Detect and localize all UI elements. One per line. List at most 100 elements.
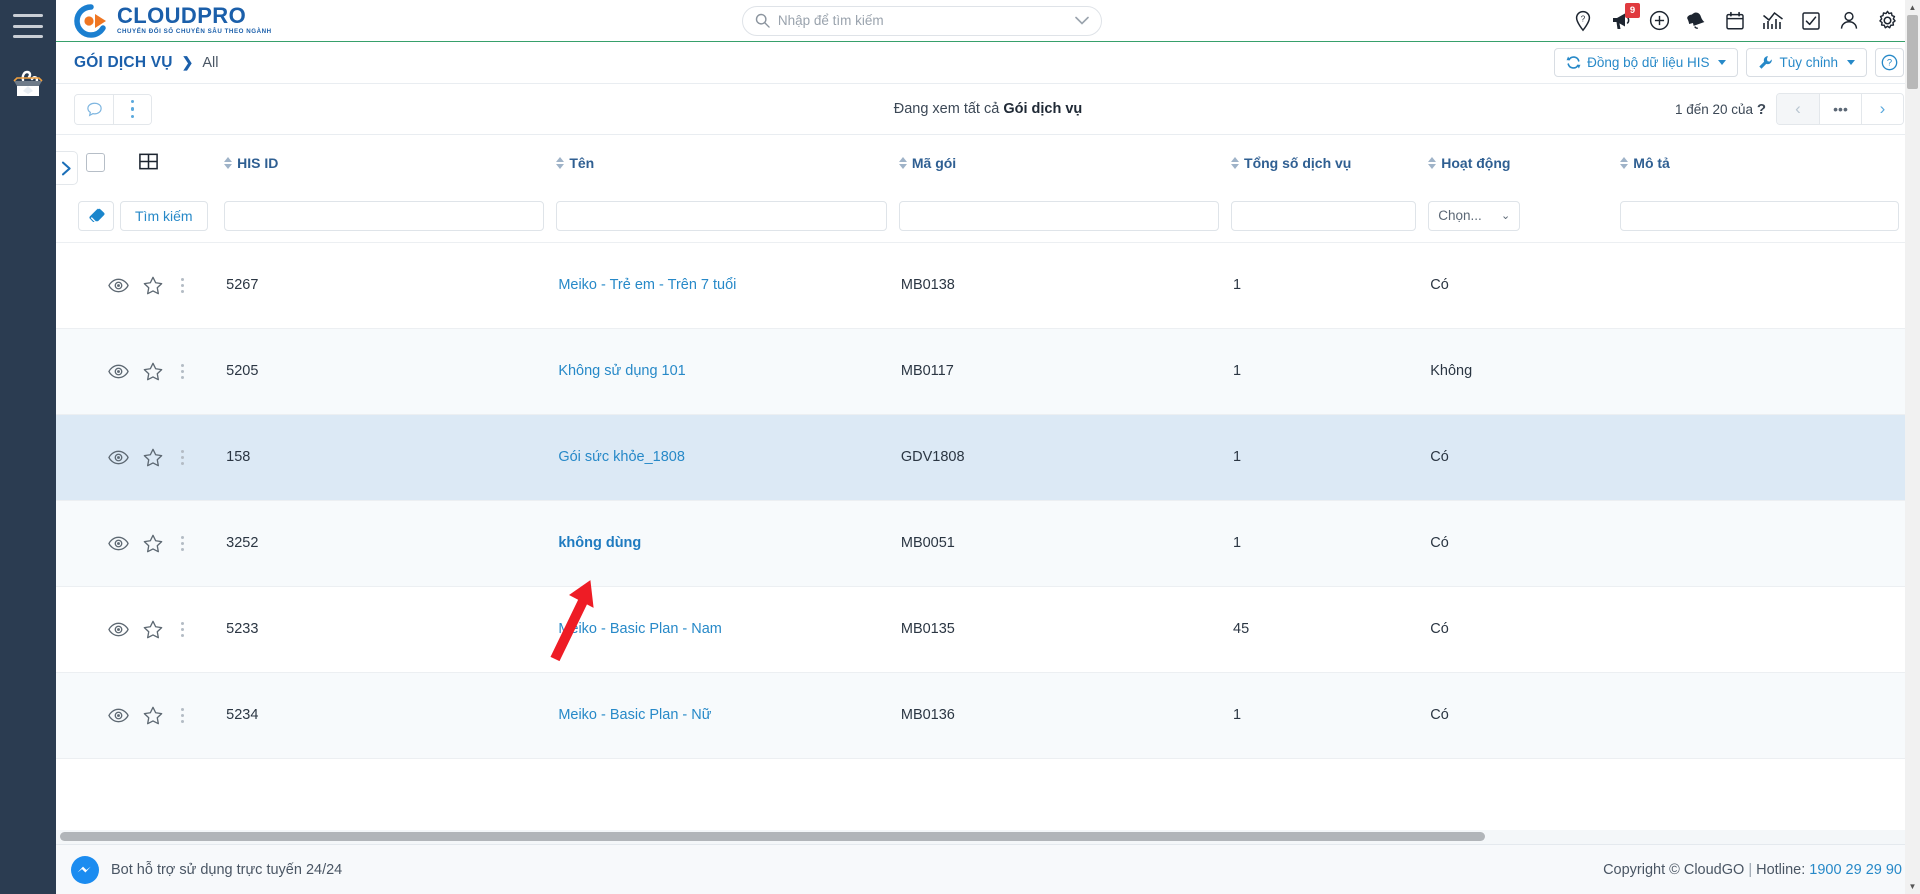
sort-icon[interactable] xyxy=(898,156,907,169)
star-icon[interactable] xyxy=(143,620,163,639)
help-location-icon[interactable]: ? xyxy=(1572,10,1594,32)
viewing-status: Đang xem tất cả Gói dịch vụ xyxy=(56,101,1920,117)
star-icon[interactable] xyxy=(143,276,163,295)
filter-cell-mo-ta xyxy=(1620,190,1911,243)
table-row[interactable]: 158 Gói sức khỏe_1808 GDV1808 1 Có xyxy=(56,414,1911,501)
search-filter-button[interactable]: Tìm kiếm xyxy=(120,200,208,231)
footer-bot-link[interactable]: Bot hỗ trợ sử dụng trực tuyến 24/24 xyxy=(70,855,342,885)
pagination-more-button[interactable]: ••• xyxy=(1819,94,1861,124)
sort-icon[interactable] xyxy=(1428,156,1437,169)
eye-icon[interactable] xyxy=(108,278,129,293)
row-name-link[interactable]: Meiko - Basic Plan - Nữ xyxy=(558,707,711,723)
brand-logo[interactable]: CLOUDPRO CHUYỂN ĐỔI SỐ CHUYÊN SÂU THEO N… xyxy=(74,3,272,38)
settings-gear-icon[interactable] xyxy=(1876,10,1898,32)
more-vertical-icon[interactable] xyxy=(113,94,151,124)
service-package-table: HIS ID Tên Mã gói Tổng số dịch vụ Hoạt đ… xyxy=(56,135,1911,759)
table-row[interactable]: 5233 Meiko - Basic Plan - Nam MB0135 45 Có xyxy=(56,586,1911,673)
table-row[interactable]: 3252 không dùng MB0051 1 Có xyxy=(56,500,1911,587)
eye-icon[interactable] xyxy=(108,536,129,551)
th-hoat-dong-label: Hoạt động xyxy=(1441,154,1511,171)
customize-button[interactable]: Tùy chỉnh xyxy=(1746,48,1867,77)
row-name-link[interactable]: Meiko - Trẻ em - Trên 7 tuổi xyxy=(558,277,736,293)
window-scrollbar[interactable]: ▲ ▼ xyxy=(1905,0,1920,894)
th-tong-so-dich-vu[interactable]: Tổng số dịch vụ xyxy=(1231,135,1428,190)
sync-his-data-button[interactable]: Đồng bộ dữ liệu HIS xyxy=(1554,48,1739,77)
sort-icon[interactable] xyxy=(556,156,565,169)
star-icon[interactable] xyxy=(143,448,163,467)
grid-layout-icon[interactable] xyxy=(138,151,159,172)
calendar-icon[interactable] xyxy=(1724,10,1746,32)
sort-icon[interactable] xyxy=(1620,156,1629,169)
more-vertical-icon[interactable] xyxy=(177,277,188,293)
star-icon[interactable] xyxy=(143,534,163,553)
more-vertical-icon[interactable] xyxy=(177,449,188,465)
filter-select-hoat-dong[interactable]: Chọn... ⌄ xyxy=(1428,200,1521,231)
help-button[interactable]: ? xyxy=(1875,48,1904,77)
sort-icon[interactable] xyxy=(1231,156,1240,169)
th-hoat-dong[interactable]: Hoạt động xyxy=(1428,135,1620,190)
star-icon[interactable] xyxy=(143,362,163,381)
filter-input-his-id[interactable] xyxy=(224,200,545,231)
more-vertical-icon[interactable] xyxy=(177,535,188,551)
task-checkbox-icon[interactable] xyxy=(1800,10,1822,32)
hamburger-icon[interactable] xyxy=(13,14,43,38)
row-actions-cell xyxy=(56,414,225,501)
eye-icon[interactable] xyxy=(108,450,129,465)
th-his-id[interactable]: HIS ID xyxy=(224,135,556,190)
refresh-sync-icon xyxy=(1566,56,1581,69)
row-name-link[interactable]: Meiko - Basic Plan - Nam xyxy=(558,621,722,637)
pagination-next-button[interactable]: › xyxy=(1861,94,1903,124)
customize-label: Tùy chỉnh xyxy=(1779,55,1838,70)
more-vertical-icon[interactable] xyxy=(177,621,188,637)
row-actions-cell xyxy=(56,586,225,673)
filter-input-ma-goi[interactable] xyxy=(898,200,1220,231)
cell-his-id: 3252 xyxy=(224,500,557,587)
th-ten[interactable]: Tên xyxy=(556,135,899,190)
announcement-megaphone-icon[interactable]: 9 xyxy=(1610,2,1640,32)
table-horizontal-scrollbar[interactable] xyxy=(56,830,1909,844)
clear-filters-button[interactable] xyxy=(78,200,114,231)
th-ma-goi[interactable]: Mã gói xyxy=(898,135,1231,190)
filter-input-mo-ta[interactable] xyxy=(1620,200,1899,231)
row-name-link[interactable]: Không sử dụng 101 xyxy=(558,363,685,379)
eye-icon[interactable] xyxy=(108,708,129,723)
sort-icon[interactable] xyxy=(224,156,233,169)
scroll-down-arrow-icon[interactable]: ▼ xyxy=(1905,879,1920,894)
row-name-link[interactable]: Gói sức khỏe_1808 xyxy=(558,449,685,465)
sidebar-expand-button[interactable] xyxy=(56,151,78,185)
more-vertical-icon[interactable] xyxy=(177,707,188,723)
filter-input-tong-so-dich-vu[interactable] xyxy=(1231,200,1417,231)
eye-icon[interactable] xyxy=(108,622,129,637)
svg-text:?: ? xyxy=(1581,14,1586,23)
filter-cell-hoat-dong: Chọn... ⌄ xyxy=(1428,190,1621,243)
scroll-up-arrow-icon[interactable]: ▲ xyxy=(1905,0,1920,15)
footer-hotline-number[interactable]: 1900 29 29 90 xyxy=(1809,862,1902,878)
th-mo-ta[interactable]: Mô tả xyxy=(1620,135,1911,190)
eye-icon[interactable] xyxy=(108,364,129,379)
chat-bubble-icon[interactable] xyxy=(75,94,113,124)
analytics-chart-icon[interactable] xyxy=(1762,10,1784,32)
package-box-icon[interactable] xyxy=(9,64,47,102)
global-search-box[interactable] xyxy=(741,5,1102,36)
notification-bell-icon[interactable] xyxy=(1686,10,1708,32)
search-input[interactable] xyxy=(777,13,1067,28)
user-account-icon[interactable] xyxy=(1838,10,1860,32)
breadcrumb-parent[interactable]: GÓI DỊCH VỤ xyxy=(74,54,173,72)
more-vertical-icon[interactable] xyxy=(177,363,188,379)
add-plus-icon[interactable] xyxy=(1648,10,1670,32)
table-row[interactable]: 5205 Không sử dụng 101 MB0117 1 Không xyxy=(56,328,1911,415)
window-scroll-thumb[interactable] xyxy=(1907,15,1918,89)
select-all-checkbox[interactable] xyxy=(86,153,105,172)
row-name-link[interactable]: không dùng xyxy=(558,535,641,551)
table-row[interactable]: 5267 Meiko - Trẻ em - Trên 7 tuổi MB0138 1 C… xyxy=(56,242,1911,329)
chevron-down-icon[interactable] xyxy=(1075,16,1089,25)
pagination-prev-button[interactable]: ‹ xyxy=(1777,94,1819,124)
application-window: CLOUDPRO CHUYỂN ĐỔI SỐ CHUYÊN SÂU THEO N… xyxy=(0,0,1920,894)
row-actions-cell xyxy=(56,242,225,329)
footer-copyright-text: Copyright © CloudGO xyxy=(1603,861,1745,878)
filter-input-ten[interactable] xyxy=(556,200,887,231)
cell-his-id: 5267 xyxy=(224,242,557,329)
star-icon[interactable] xyxy=(143,706,163,725)
table-row[interactable]: 5234 Meiko - Basic Plan - Nữ MB0136 1 Có xyxy=(56,672,1911,759)
table-horizontal-scroll-thumb[interactable] xyxy=(60,832,1485,841)
